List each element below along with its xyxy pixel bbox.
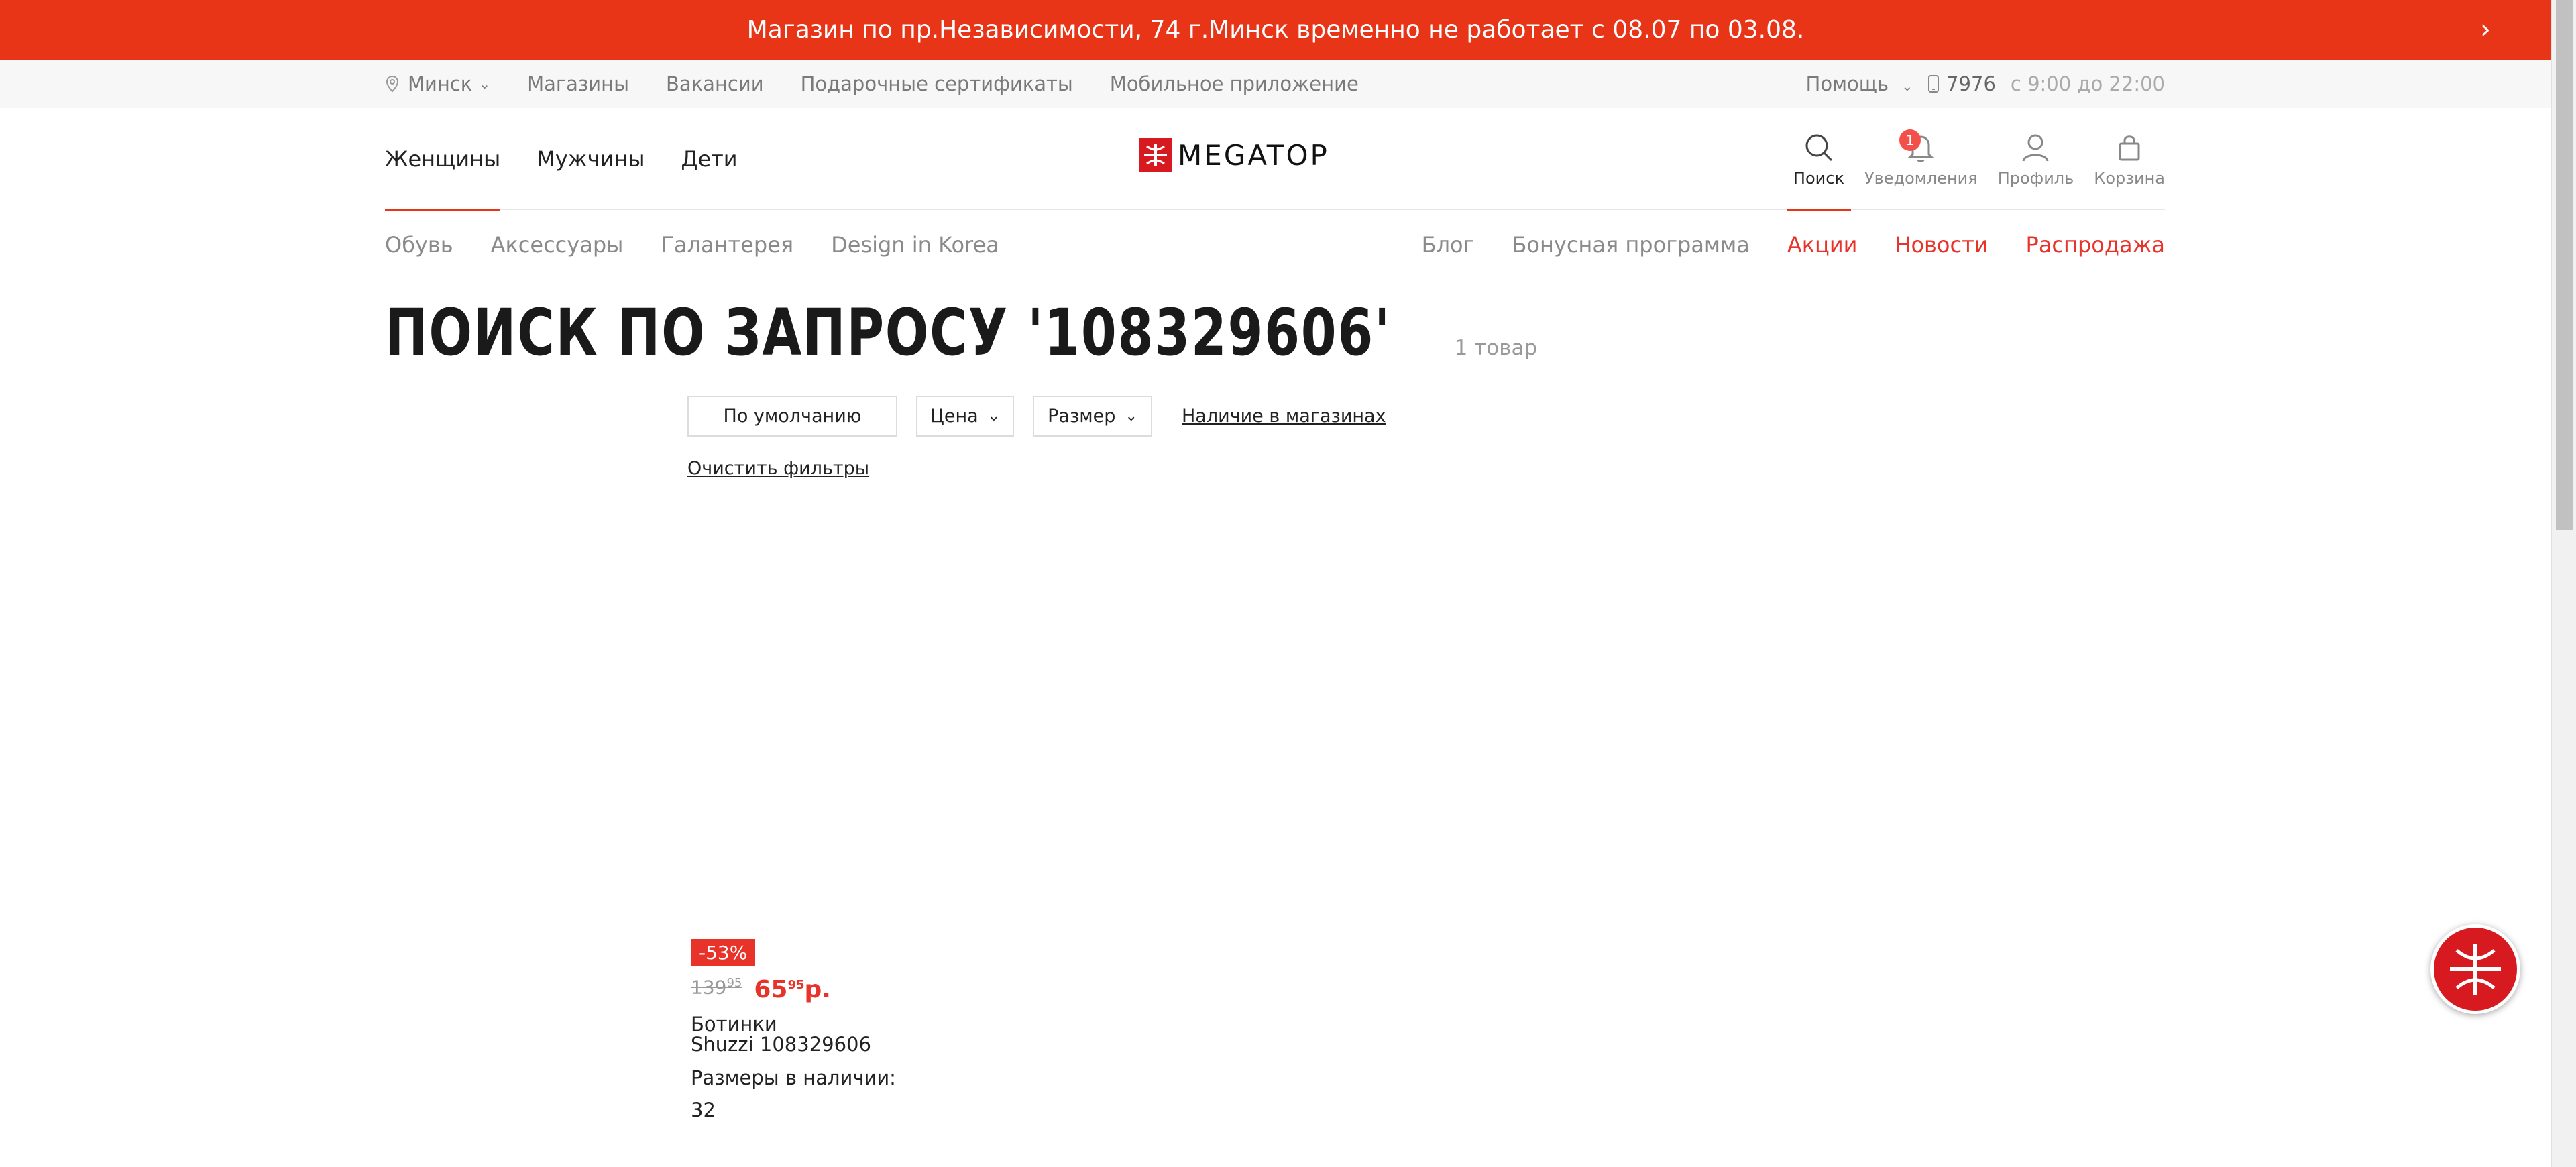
- notifications-label: Уведомления: [1864, 169, 1978, 188]
- announcement-bar[interactable]: Магазин по пр.Независимости, 74 г.Минск …: [0, 0, 2551, 60]
- search-label: Поиск: [1793, 169, 1844, 188]
- link-vacancies[interactable]: Вакансии: [666, 72, 764, 95]
- chevron-down-icon: ⌄: [1901, 78, 1913, 94]
- search-heading: ПОИСК ПО ЗАПРОСУ '108329606' 1 товар: [385, 295, 1537, 370]
- chevron-down-icon: ⌄: [987, 408, 1001, 425]
- user-icon: [2023, 134, 2049, 162]
- product-name[interactable]: Ботинки Shuzzi 108329606: [691, 1014, 912, 1054]
- profile-button[interactable]: Профиль: [1998, 108, 2074, 210]
- nav-men[interactable]: Мужчины: [537, 108, 645, 210]
- size-filter-label: Размер: [1048, 406, 1116, 427]
- megatop-logo[interactable]: MEGATOP: [1139, 138, 1329, 172]
- sort-label: По умолчанию: [723, 406, 862, 427]
- chat-widget-button[interactable]: [2430, 924, 2520, 1014]
- nav-bonus-program[interactable]: Бонусная программа: [1512, 232, 1749, 258]
- search-icon: [1805, 134, 1832, 162]
- profile-label: Профиль: [1997, 169, 2074, 188]
- nav-sale[interactable]: Распродажа: [2026, 232, 2165, 258]
- price-filter[interactable]: Цена ⌄: [916, 396, 1014, 437]
- search-button[interactable]: Поиск: [1786, 108, 1851, 211]
- price-block: 13995 6595р.: [691, 976, 912, 1003]
- announcement-next-icon[interactable]: ›: [2480, 15, 2491, 44]
- nav-haberdashery[interactable]: Галантерея: [661, 232, 793, 258]
- link-stores[interactable]: Магазины: [527, 72, 629, 95]
- main-header: Женщины Мужчины Дети MEGATOP Поиск 1 Уве…: [385, 108, 2165, 211]
- page-title: ПОИСК ПО ЗАПРОСУ '108329606': [385, 295, 1392, 370]
- result-count: 1 товар: [1454, 336, 1538, 360]
- nav-news[interactable]: Новости: [1895, 232, 1988, 258]
- nav-women[interactable]: Женщины: [385, 108, 501, 211]
- nav-kids[interactable]: Дети: [681, 108, 737, 210]
- city-selector[interactable]: Минск ⌄: [385, 72, 490, 95]
- notifications-button[interactable]: 1 Уведомления: [1864, 108, 1978, 210]
- header-tools: Поиск 1 Уведомления Профиль Корзина: [1773, 108, 2165, 211]
- filter-bar: По умолчанию Цена ⌄ Размер ⌄ Наличие в м…: [687, 396, 1386, 437]
- cart-label: Корзина: [2094, 169, 2165, 188]
- cart-button[interactable]: Корзина: [2094, 108, 2165, 210]
- sizes-label: Размеры в наличии:: [691, 1066, 896, 1089]
- clear-filters-link[interactable]: Очистить фильтры: [687, 458, 869, 479]
- page-scrollbar[interactable]: [2551, 0, 2576, 1167]
- available-size[interactable]: 32: [691, 1099, 912, 1121]
- phone-icon: [1928, 75, 1940, 93]
- logo-mark-icon: [1139, 138, 1172, 172]
- gender-nav: Женщины Мужчины Дети: [385, 108, 774, 211]
- nav-design-in-korea[interactable]: Design in Korea: [831, 232, 999, 258]
- shopping-bag-icon: [2119, 135, 2140, 161]
- phone-link[interactable]: 7976: [1927, 72, 1996, 95]
- old-price: 13995: [691, 976, 742, 999]
- link-gift-cards[interactable]: Подарочные сертификаты: [801, 72, 1073, 95]
- phone-number: 7976: [1946, 72, 1996, 95]
- category-nav: Обувь Аксессуары Галантерея Design in Ko…: [385, 232, 2165, 272]
- utility-bar: Минск ⌄ Магазины Вакансии Подарочные сер…: [0, 60, 2551, 108]
- new-price: 6595р.: [754, 976, 831, 1003]
- chevron-down-icon: ⌄: [1125, 408, 1137, 425]
- discount-badge: -53%: [691, 939, 756, 966]
- nav-blog[interactable]: Блог: [1422, 232, 1475, 258]
- notification-count-badge: 1: [1899, 129, 1921, 151]
- city-label: Минск: [408, 72, 473, 95]
- working-hours: с 9:00 до 22:00: [2010, 72, 2165, 95]
- logo-wordmark: MEGATOP: [1178, 138, 1329, 172]
- store-availability-link[interactable]: Наличие в магазинах: [1182, 406, 1386, 427]
- size-filter[interactable]: Размер ⌄: [1033, 396, 1152, 437]
- nav-shoes[interactable]: Обувь: [385, 232, 453, 258]
- chevron-down-icon: ⌄: [479, 76, 491, 92]
- link-mobile-app[interactable]: Мобильное приложение: [1110, 72, 1359, 95]
- help-label: Помощь: [1805, 72, 1889, 95]
- announcement-text[interactable]: Магазин по пр.Независимости, 74 г.Минск …: [747, 16, 1805, 44]
- sort-dropdown[interactable]: По умолчанию: [687, 396, 897, 437]
- chat-logo-icon: [2446, 940, 2505, 999]
- scrollbar-thumb[interactable]: [2556, 0, 2573, 530]
- nav-promotions[interactable]: Акции: [1787, 232, 1858, 258]
- help-menu[interactable]: Помощь ⌄: [1806, 72, 1913, 95]
- product-card[interactable]: -53% 13995 6595р. Ботинки Shuzzi 1083296…: [691, 939, 912, 1121]
- price-filter-label: Цена: [930, 406, 978, 427]
- location-pin-icon: [386, 75, 399, 93]
- nav-accessories[interactable]: Аксессуары: [491, 232, 624, 258]
